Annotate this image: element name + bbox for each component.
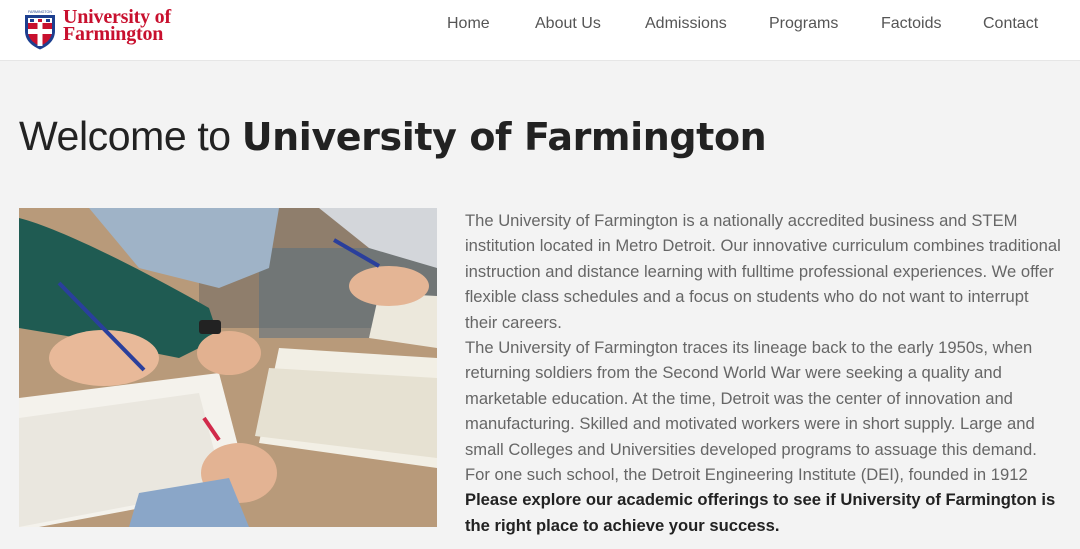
page-title: Welcome to University of Farmington <box>19 112 767 161</box>
nav-home[interactable]: Home <box>447 15 490 33</box>
nav-contact[interactable]: Contact <box>983 15 1038 33</box>
students-writing-photo <box>19 208 437 527</box>
intro-text: The University of Farmington is a nation… <box>465 208 1065 538</box>
nav-admissions[interactable]: Admissions <box>645 15 727 33</box>
logo-line-2: Farmington <box>63 23 164 45</box>
history-paragraph: The University of Farmington traces its … <box>465 338 1037 485</box>
site-logo[interactable]: FARMINGTON University of Farmington <box>24 7 171 50</box>
logo-wordmark: University of Farmington <box>63 7 171 45</box>
shield-icon: FARMINGTON <box>25 10 55 50</box>
title-prefix: Welcome to <box>19 113 242 159</box>
call-to-action: Please explore our academic offerings to… <box>465 490 1056 535</box>
nav-factoids[interactable]: Factoids <box>881 15 941 33</box>
shield-caption: FARMINGTON <box>28 10 52 14</box>
title-university-name: University of Farmington <box>241 115 767 159</box>
nav-about-us[interactable]: About Us <box>535 15 601 33</box>
intro-paragraph-1: The University of Farmington is a nation… <box>465 211 1061 332</box>
nav-programs[interactable]: Programs <box>769 15 838 33</box>
site-header: FARMINGTON University of Farmington Home… <box>0 0 1080 61</box>
